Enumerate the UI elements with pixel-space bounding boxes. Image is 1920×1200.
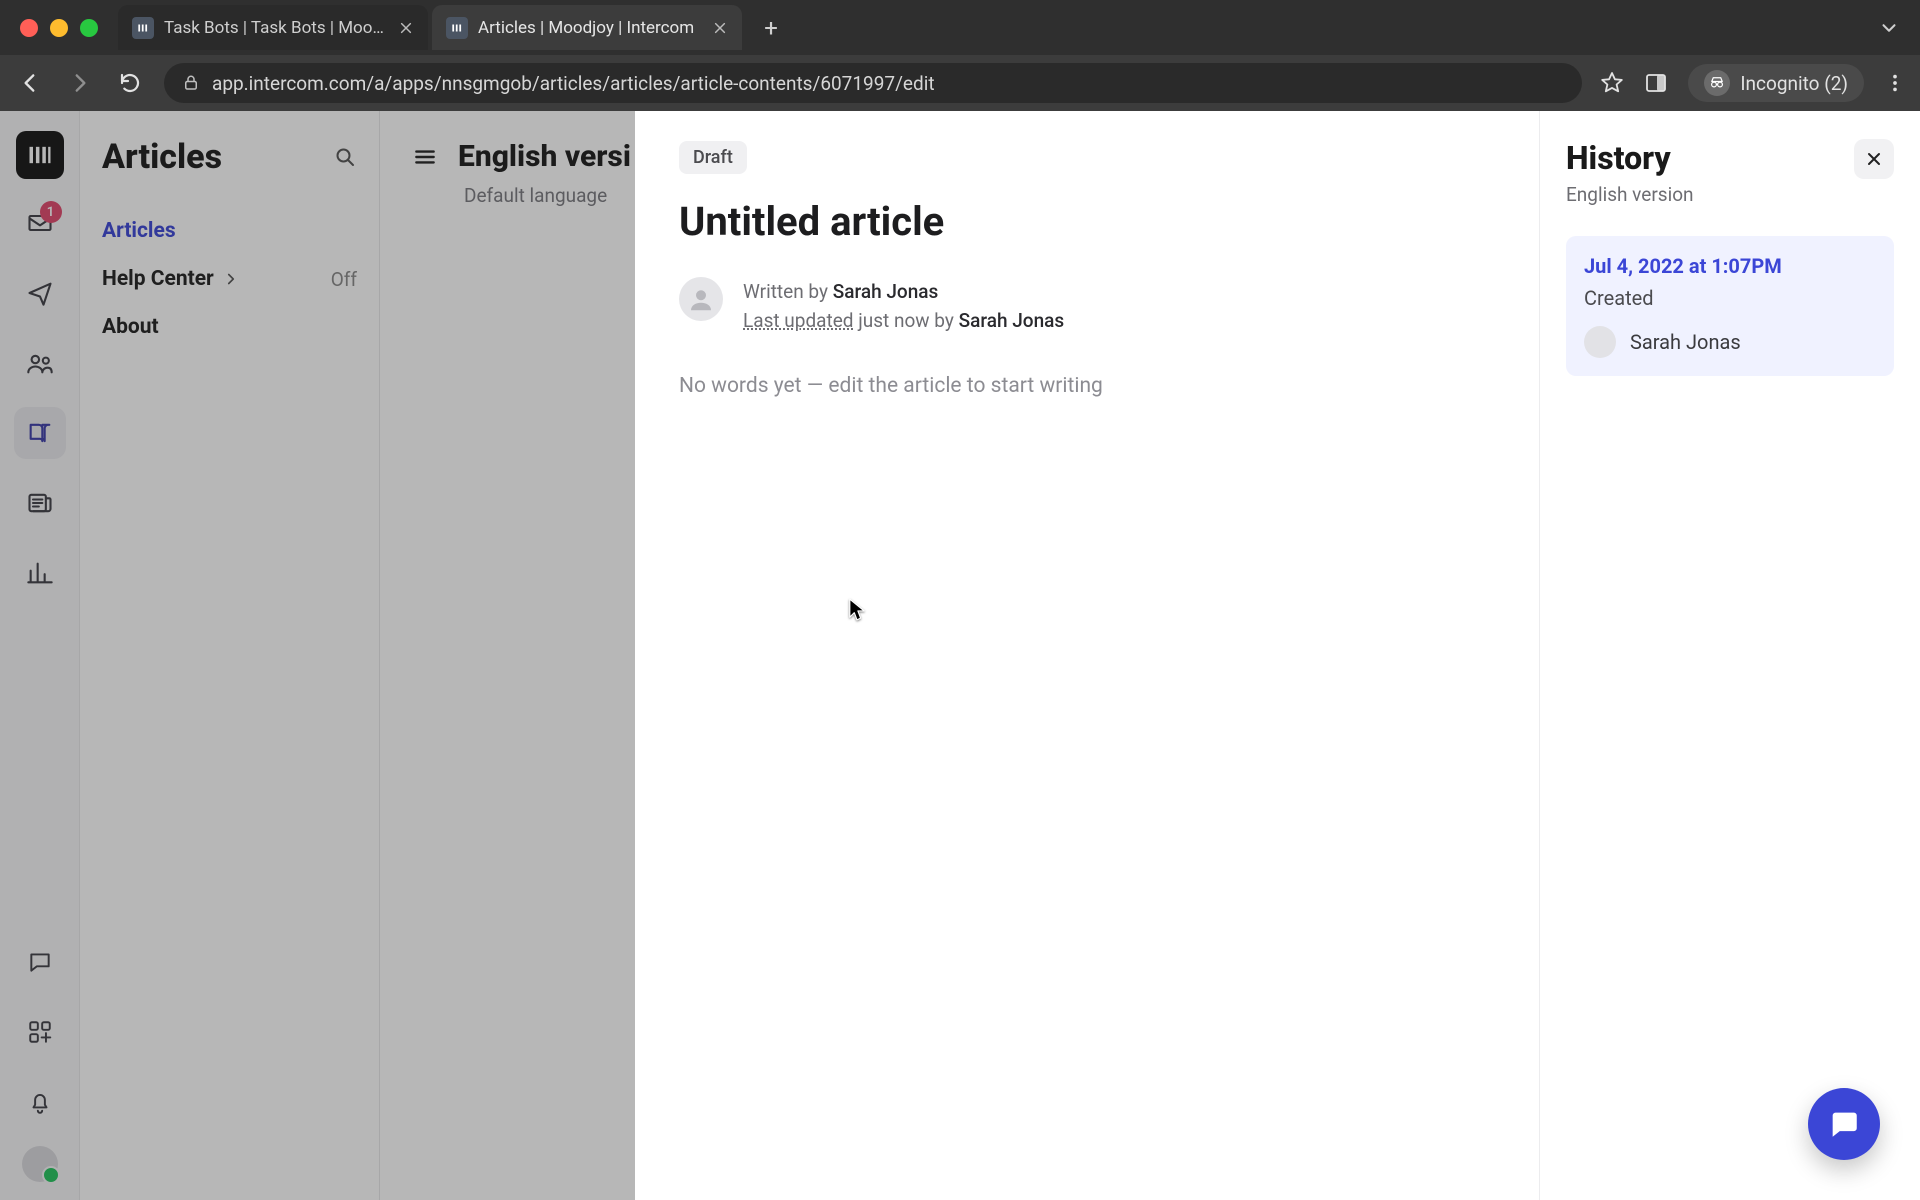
history-title: History <box>1566 139 1694 177</box>
lock-icon <box>182 74 200 92</box>
tab-favicon-icon <box>446 17 468 39</box>
tabs: Task Bots | Task Bots | Moodjo Articles … <box>118 0 786 55</box>
last-updated-name: Sarah Jonas <box>959 309 1065 332</box>
article-empty-state[interactable]: No words yet — edit the article to start… <box>679 374 1495 398</box>
tab-articles[interactable]: Articles | Moodjoy | Intercom <box>432 5 742 50</box>
tab-close-button[interactable] <box>398 20 414 36</box>
tab-title: Task Bots | Task Bots | Moodjo <box>164 18 388 38</box>
history-entry[interactable]: Jul 4, 2022 at 1:07PM Created Sarah Jona… <box>1566 236 1894 376</box>
kebab-menu-button[interactable] <box>1884 72 1906 94</box>
history-user-name: Sarah Jonas <box>1630 330 1741 354</box>
incognito-icon <box>1704 70 1730 96</box>
written-by-prefix: Written by <box>743 280 833 303</box>
new-tab-button[interactable]: + <box>756 13 786 43</box>
history-entry-kind: Created <box>1584 286 1876 310</box>
address-bar: app.intercom.com/a/apps/nnsgmgob/article… <box>0 55 1920 111</box>
viewport: 1 <box>0 111 1920 1200</box>
author-avatar <box>679 277 723 321</box>
history-subtitle: English version <box>1566 183 1694 206</box>
article-byline: Written by Sarah Jonas Last updated just… <box>679 277 1495 336</box>
messenger-launcher[interactable] <box>1808 1088 1880 1160</box>
history-user-avatar <box>1584 326 1616 358</box>
article-and-history-layer: Draft Untitled article Written by Sarah … <box>635 111 1920 1200</box>
window-zoom-button[interactable] <box>80 19 98 37</box>
reload-button[interactable] <box>114 67 146 99</box>
last-updated-rest: just now by <box>854 309 959 332</box>
bookmark-button[interactable] <box>1600 71 1624 95</box>
tab-title: Articles | Moodjoy | Intercom <box>478 18 702 38</box>
tab-strip: Task Bots | Task Bots | Moodjo Articles … <box>0 0 1920 55</box>
tab-task-bots[interactable]: Task Bots | Task Bots | Moodjo <box>118 5 428 50</box>
byline-text: Written by Sarah Jonas Last updated just… <box>743 277 1064 336</box>
browser-window: Task Bots | Task Bots | Moodjo Articles … <box>0 0 1920 1200</box>
article-editor: Draft Untitled article Written by Sarah … <box>635 111 1540 1200</box>
close-button[interactable] <box>1854 139 1894 179</box>
url-field[interactable]: app.intercom.com/a/apps/nnsgmgob/article… <box>164 63 1582 103</box>
history-entry-user: Sarah Jonas <box>1584 326 1876 358</box>
panel-toggle-button[interactable] <box>1644 71 1668 95</box>
window-minimize-button[interactable] <box>50 19 68 37</box>
tab-favicon-icon <box>132 17 154 39</box>
history-panel: History English version Jul 4, 2022 at 1… <box>1540 111 1920 1200</box>
last-updated-link[interactable]: Last updated <box>743 309 854 332</box>
window-close-button[interactable] <box>20 19 38 37</box>
incognito-label: Incognito (2) <box>1740 72 1848 95</box>
incognito-indicator[interactable]: Incognito (2) <box>1688 64 1864 102</box>
back-button[interactable] <box>14 67 46 99</box>
window-dropdown-button[interactable] <box>1878 17 1910 39</box>
author-name: Sarah Jonas <box>833 280 939 303</box>
article-title[interactable]: Untitled article <box>679 198 1495 245</box>
address-bar-actions: Incognito (2) <box>1600 64 1906 102</box>
window-controls <box>10 19 118 37</box>
forward-button[interactable] <box>64 67 96 99</box>
status-badge: Draft <box>679 141 747 174</box>
tab-close-button[interactable] <box>712 20 728 36</box>
mouse-cursor-icon <box>848 597 866 623</box>
history-entry-date: Jul 4, 2022 at 1:07PM <box>1584 254 1876 278</box>
url-text: app.intercom.com/a/apps/nnsgmgob/article… <box>212 72 935 95</box>
